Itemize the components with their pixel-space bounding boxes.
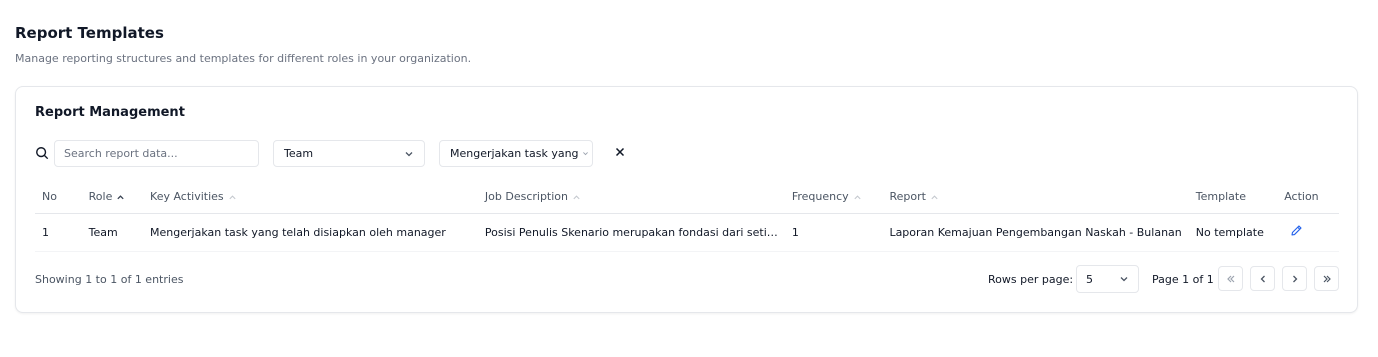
sort-icon [854,195,861,199]
activity-filter-value: Mengerjakan task yang [450,147,579,160]
rows-per-page-label: Rows per page: [988,273,1074,286]
cell-report: Laporan Kemajuan Pengembangan Naskah - B… [882,213,1189,252]
page-title: Report Templates [15,24,164,42]
chevron-right-icon [1292,275,1297,282]
card-title: Report Management [35,105,185,120]
column-header-key-activities[interactable]: Key Activities [143,181,478,214]
chevrons-right-icon [1323,275,1331,282]
report-management-card: Report Management Team Mengerjakan task … [15,86,1358,313]
search-icon [36,147,49,160]
cell-role: Team [81,213,144,252]
first-page-button[interactable] [1218,266,1243,291]
column-header-frequency[interactable]: Frequency [784,181,883,214]
table-row: 1 Team Mengerjakan task yang telah disia… [35,213,1339,252]
sort-icon [931,195,938,199]
cell-action [1277,213,1339,252]
report-table: No Role Key Activities Job Description F… [35,181,1339,252]
sort-icon [573,195,580,199]
column-header-job-description[interactable]: Job Description [477,181,785,214]
cell-frequency: 1 [784,213,883,252]
column-header-template: Template [1188,181,1278,214]
rows-per-page-select[interactable]: 5 [1076,265,1139,293]
page-info: Page 1 of 1 [1152,273,1214,286]
chevron-down-icon [582,152,588,156]
entries-summary: Showing 1 to 1 of 1 entries [35,273,184,286]
role-filter-value: Team [284,147,314,160]
chevron-left-icon [1260,275,1265,282]
sort-asc-icon [117,195,125,200]
chevron-down-icon [405,151,413,156]
last-page-button[interactable] [1314,266,1339,291]
column-header-report[interactable]: Report [882,181,1189,214]
table-header-row: No Role Key Activities Job Description F… [35,181,1339,214]
chevron-down-icon [1120,277,1128,282]
sort-icon [229,195,236,199]
search-input[interactable] [54,140,259,167]
cell-template: No template [1188,213,1278,252]
cell-key-activities: Mengerjakan task yang telah disiapkan ol… [143,213,478,252]
chevrons-left-icon [1226,275,1234,282]
cell-no: 1 [35,213,82,252]
column-header-action: Action [1277,181,1339,214]
role-filter-select[interactable]: Team [273,140,425,167]
previous-page-button[interactable] [1250,266,1275,291]
column-header-role[interactable]: Role [81,181,144,214]
page-subtitle: Manage reporting structures and template… [15,52,472,65]
column-header-no: No [35,181,82,214]
close-icon[interactable] [613,145,627,159]
cell-job-description: Posisi Penulis Skenario merupakan fondas… [477,213,785,252]
activity-filter-select[interactable]: Mengerjakan task yang [439,140,593,167]
pencil-icon[interactable] [1290,224,1303,237]
next-page-button[interactable] [1282,266,1307,291]
rows-per-page-value: 5 [1086,272,1093,286]
